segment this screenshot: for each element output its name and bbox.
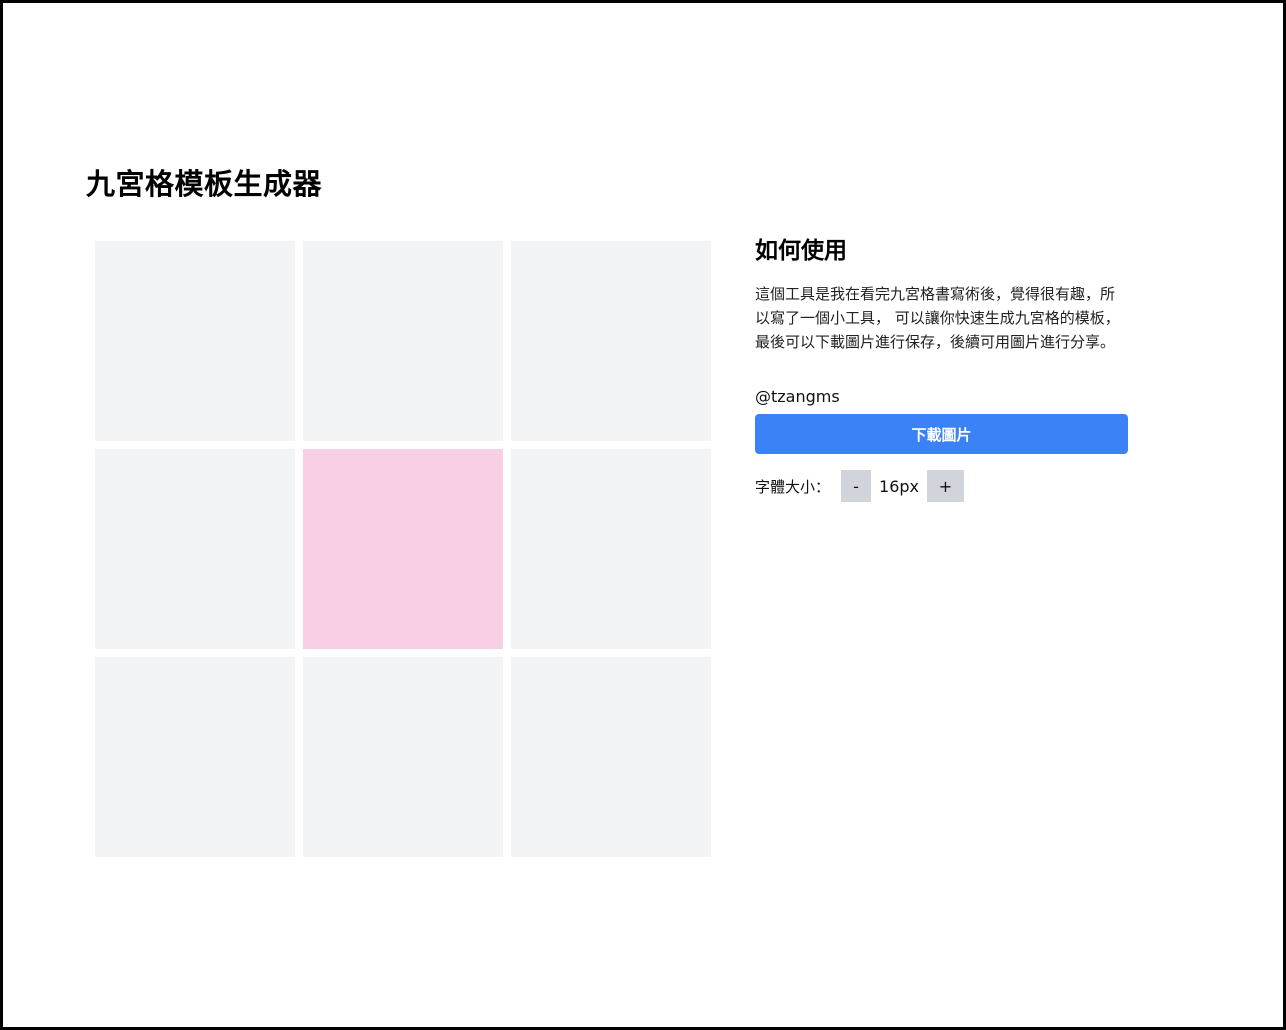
grid-cell-center[interactable] [303,449,503,649]
download-image-button[interactable]: 下載圖片 [755,414,1128,454]
grid-cell-3[interactable] [511,241,711,441]
grid-cell-9[interactable] [511,657,711,857]
font-size-value: 16px [879,476,919,496]
grid-cell-7[interactable] [95,657,295,857]
font-size-control: 字體大小： - 16px + [755,470,1128,502]
help-description: 這個工具是我在看完九宮格書寫術後，覺得很有趣，所以寫了一個小工具， 可以讓你快速… [755,285,1120,351]
help-panel: 如何使用 這個工具是我在看完九宮格書寫術後，覺得很有趣，所以寫了一個小工具， 可… [755,231,1128,502]
grid-cell-1[interactable] [95,241,295,441]
grid-cell-6[interactable] [511,449,711,649]
grid-cell-2[interactable] [303,241,503,441]
help-heading: 如何使用 [755,238,847,264]
font-size-decrease-button[interactable]: - [841,470,872,502]
font-size-label: 字體大小： [755,477,831,496]
font-size-increase-button[interactable]: + [927,470,964,502]
nine-grid [95,241,711,857]
page-title: 九宮格模板生成器 [86,167,323,201]
grid-cell-8[interactable] [303,657,503,857]
author-handle: @tzangms [755,387,840,406]
grid-cell-4[interactable] [95,449,295,649]
